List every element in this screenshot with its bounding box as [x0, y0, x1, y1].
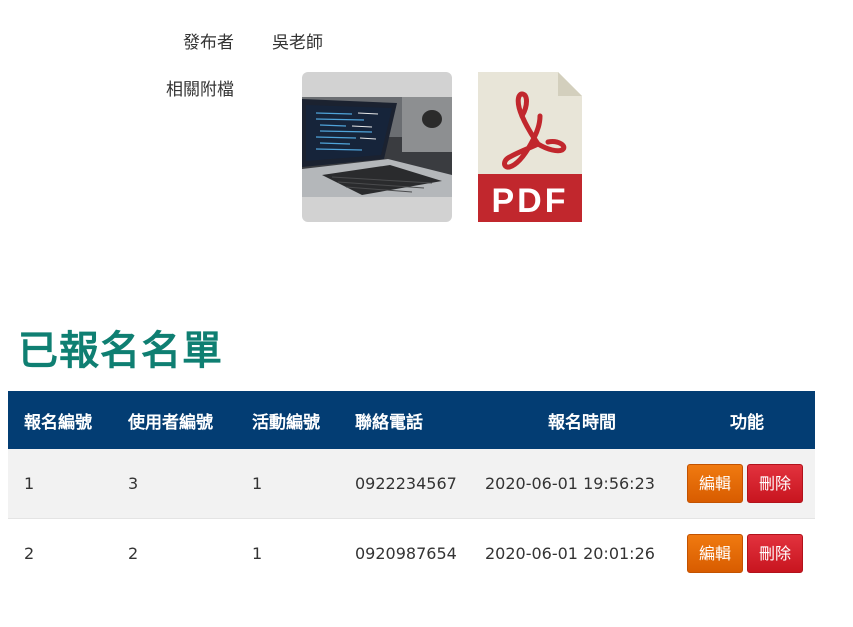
- attachment-image-thumbnail[interactable]: [302, 72, 452, 222]
- cell-time: 2020-06-01 20:01:26: [485, 518, 679, 588]
- pdf-label: PDF: [492, 182, 569, 220]
- column-header-user-id[interactable]: 使用者編號: [128, 391, 252, 449]
- attachment-pdf-file[interactable]: PDF: [478, 72, 582, 222]
- table-row: 2 2 1 0920987654 2020-06-01 20:01:26 編輯刪…: [8, 518, 815, 588]
- edit-button[interactable]: 編輯: [687, 534, 744, 573]
- cell-time: 2020-06-01 19:56:23: [485, 449, 679, 519]
- cell-user-id: 3: [128, 449, 252, 519]
- cell-user-id: 2: [128, 518, 252, 588]
- column-header-actions: 功能: [679, 391, 815, 449]
- delete-button[interactable]: 刪除: [747, 534, 804, 573]
- pdf-file-icon: PDF: [478, 72, 582, 222]
- attachments-label: 相關附檔: [166, 80, 234, 100]
- column-header-activity-id[interactable]: 活動編號: [252, 391, 355, 449]
- cell-activity-id: 1: [252, 518, 355, 588]
- laptop-photo-thumbnail: [302, 97, 452, 197]
- cell-actions: 編輯 刪除: [679, 518, 815, 588]
- delete-button[interactable]: 刪除: [747, 464, 804, 503]
- cell-activity-id: 1: [252, 449, 355, 519]
- cell-registration-id: 1: [8, 449, 128, 519]
- cell-actions: 編輯 刪除: [679, 449, 815, 519]
- table-row: 1 3 1 0922234567 2020-06-01 19:56:23 編輯刪…: [8, 449, 815, 519]
- cell-registration-id: 2: [8, 518, 128, 588]
- registrations-table: 報名編號 使用者編號 活動編號 聯絡電話 報名時間 功能 1 3 1 09222…: [8, 391, 815, 588]
- publisher-label: 發布者: [183, 33, 234, 53]
- section-title: 已報名名單: [18, 327, 223, 374]
- column-header-registration-id[interactable]: 報名編號: [8, 391, 128, 449]
- table-header-row: 報名編號 使用者編號 活動編號 聯絡電話 報名時間 功能: [8, 391, 815, 449]
- cell-phone: 0920987654: [355, 518, 485, 588]
- edit-button[interactable]: 編輯: [687, 464, 744, 503]
- cell-phone: 0922234567: [355, 449, 485, 519]
- publisher-value: 吳老師: [272, 33, 323, 53]
- column-header-phone[interactable]: 聯絡電話: [355, 391, 485, 449]
- column-header-time[interactable]: 報名時間: [485, 391, 679, 449]
